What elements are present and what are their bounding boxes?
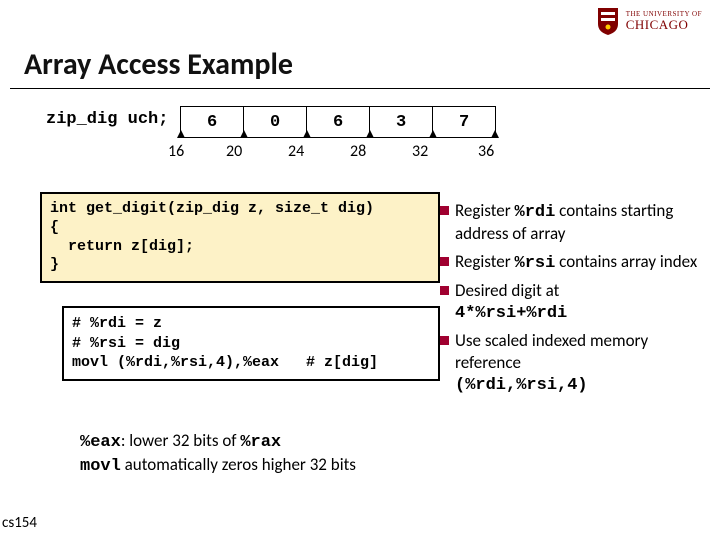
footer-note: %eax: lower 32 bits of %rax movl automat…: [80, 430, 356, 478]
bullet-icon: [440, 257, 449, 266]
address-label: 16: [168, 142, 230, 161]
array-cell: 0: [243, 106, 306, 138]
bullet-icon: [440, 206, 449, 215]
address-label: 28: [350, 142, 412, 161]
address-arrow: [303, 130, 311, 138]
address-row: 16 20 24 28 32 36: [170, 142, 546, 161]
asm-comment: # %rdi = z: [72, 315, 162, 332]
bullet-item: Use scaled indexed memory reference (%rd…: [440, 330, 710, 396]
logo-line2: CHICAGO: [626, 18, 702, 32]
array-cells-row: 6 0 6 3 7: [180, 106, 546, 138]
array-cell: 7: [432, 106, 496, 138]
array-cell: 3: [369, 106, 432, 138]
array-cell: 6: [306, 106, 369, 138]
array-cell: 6: [180, 106, 243, 138]
bullet-icon: [440, 336, 449, 345]
address-arrow: [366, 130, 374, 138]
university-logo: THE UNIVERSITY OF CHICAGO: [596, 6, 702, 36]
address-arrow: [491, 130, 499, 138]
asm-instruction: movl (%rdi,%rsi,4),%eax: [72, 354, 279, 371]
address-label: 20: [226, 142, 288, 161]
asm-comment: # z[dig]: [279, 354, 378, 371]
address-arrow: [240, 130, 248, 138]
title-underline: [10, 88, 710, 89]
address-arrow: [177, 130, 185, 138]
address-label: 24: [288, 142, 350, 161]
array-declaration: zip_dig uch;: [46, 110, 168, 129]
bullet-list: Register %rdi contains starting address …: [440, 200, 710, 402]
bullet-item: Desired digit at 4*%rsi+%rdi: [440, 280, 710, 325]
bullet-icon: [440, 286, 449, 295]
page-number: cs154: [2, 514, 37, 532]
address-label: 32: [412, 142, 474, 161]
address-label: 36: [478, 142, 540, 161]
slide-title: Array Access Example: [24, 46, 293, 83]
c-source-box: int get_digit(zip_dig z, size_t dig) { r…: [40, 192, 440, 283]
shield-icon: [596, 6, 620, 36]
bullet-item: Register %rsi contains array index: [440, 251, 710, 274]
address-arrow: [429, 130, 437, 138]
asm-comment: # %rsi = dig: [72, 335, 180, 352]
asm-box: # %rdi = z # %rsi = dig movl (%rdi,%rsi,…: [62, 306, 440, 381]
array-diagram: zip_dig uch; 6 0 6 3 7 16 20 24 28 32 36: [46, 106, 546, 161]
bullet-item: Register %rdi contains starting address …: [440, 200, 710, 245]
